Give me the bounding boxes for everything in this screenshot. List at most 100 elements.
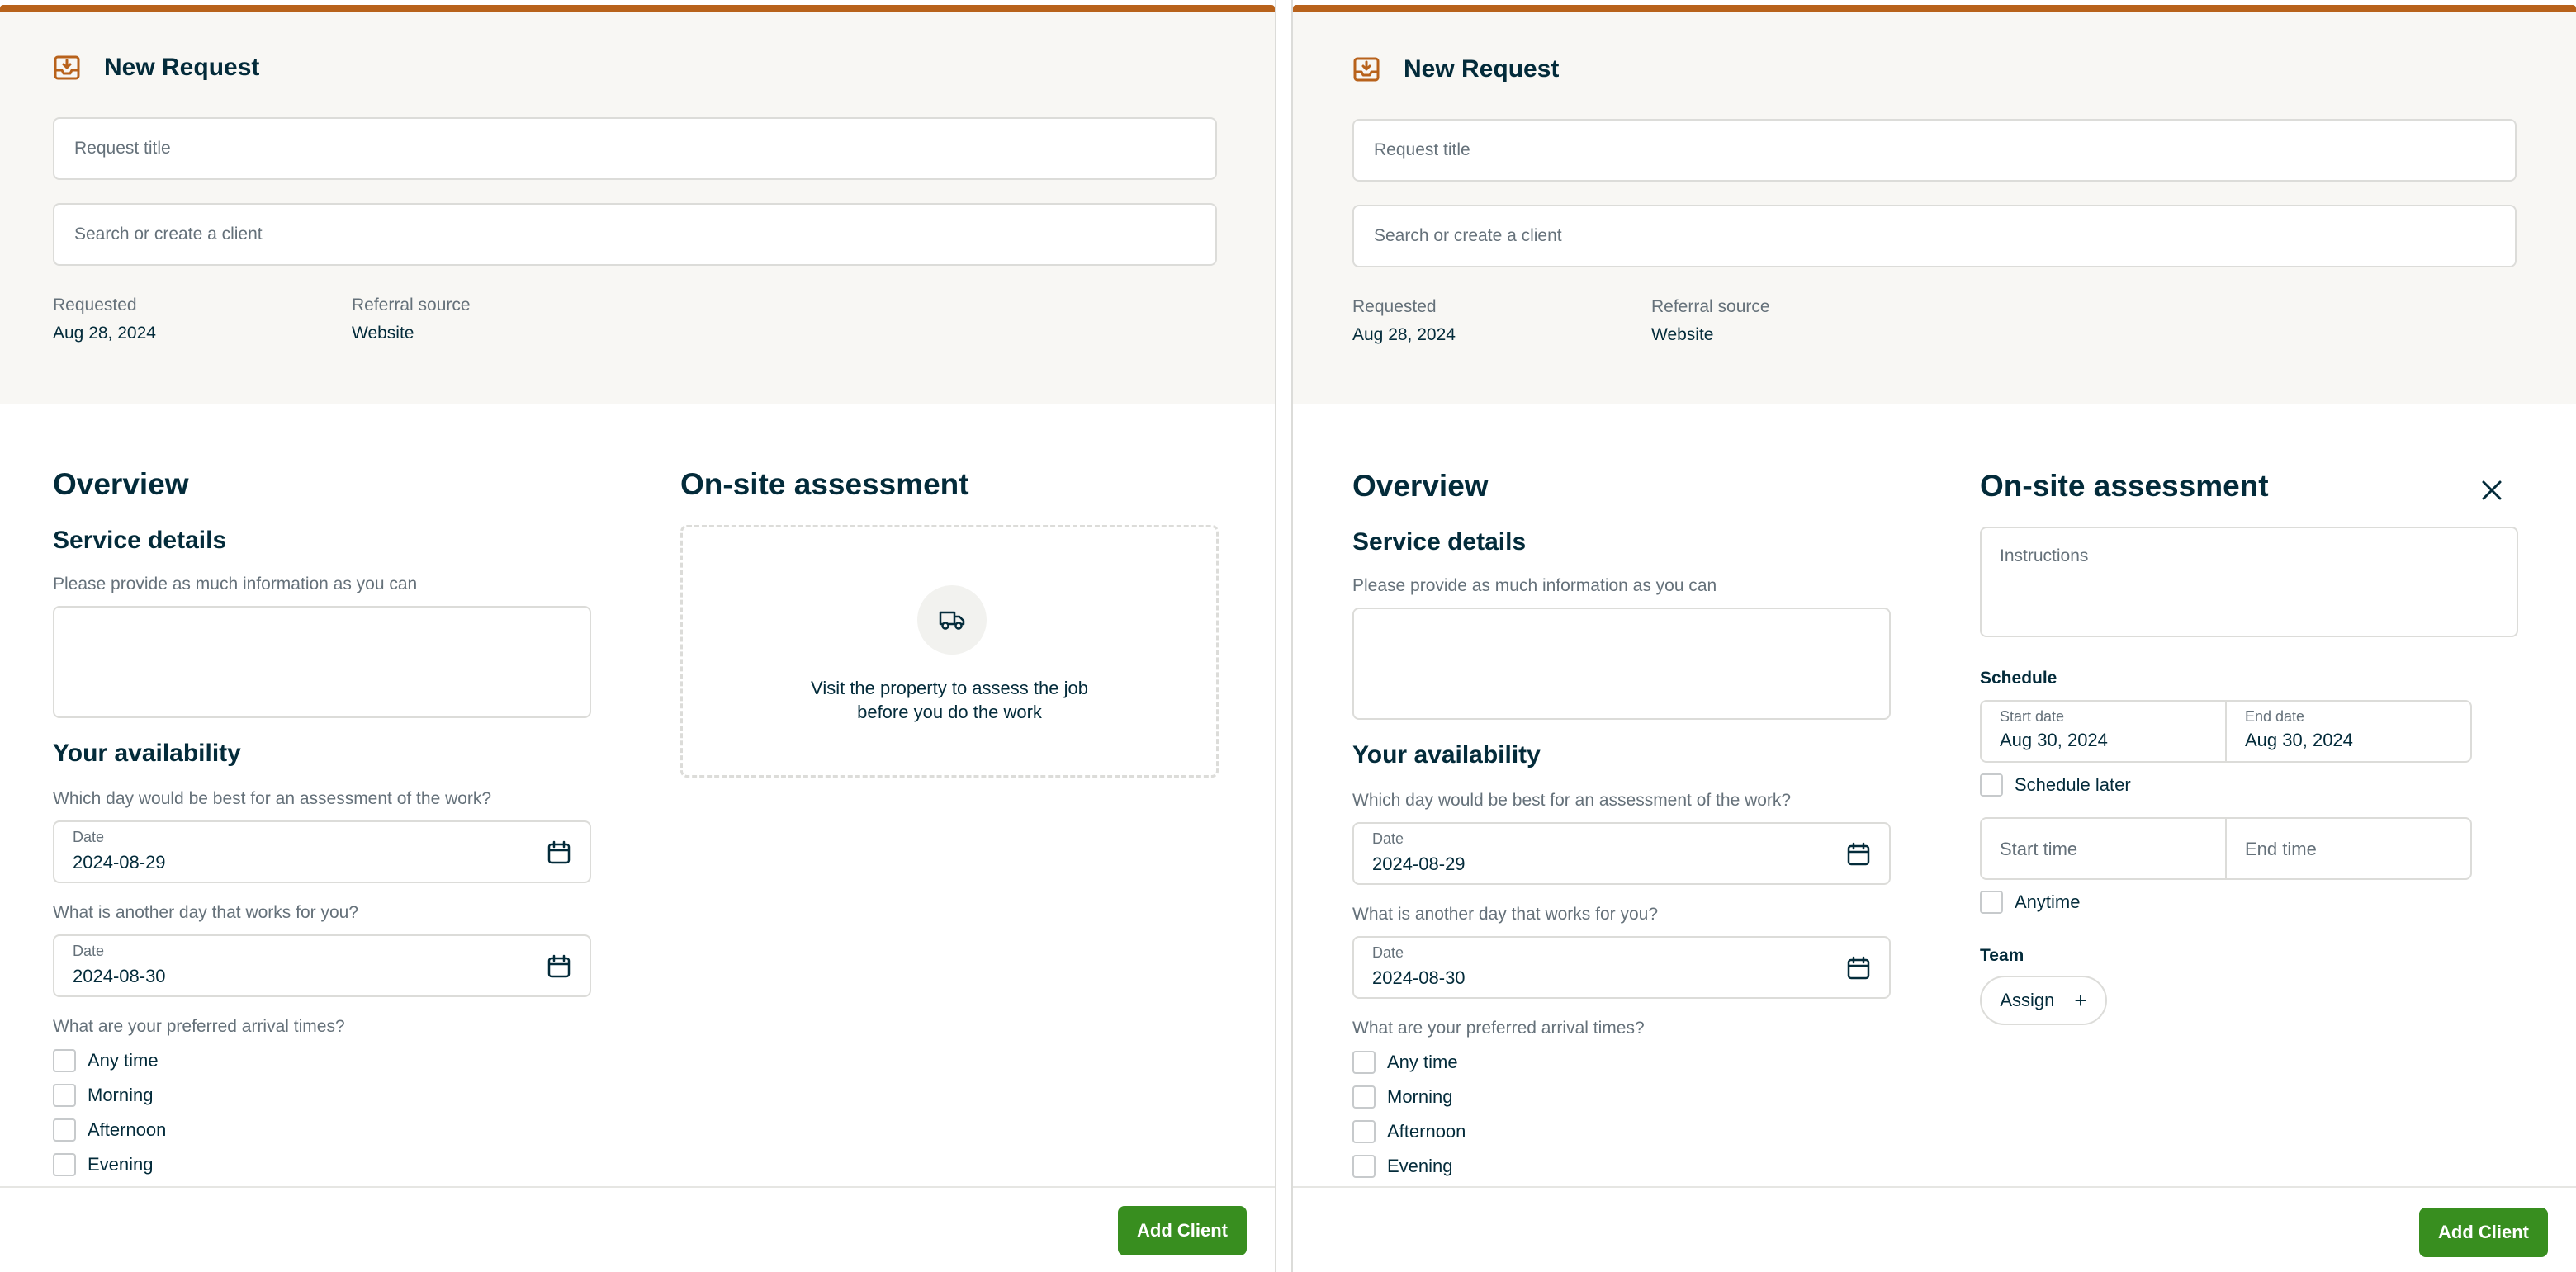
service-details-hint: Please provide as much information as yo… — [53, 575, 418, 593]
requested-meta: Requested Aug 28, 2024 — [1352, 297, 1456, 345]
request-panel-left: New Request Request title Search or crea… — [0, 0, 1276, 1272]
referral-value[interactable]: Website — [352, 324, 471, 343]
end-date-value: Aug 30, 2024 — [2245, 730, 2353, 750]
request-panel-right: New Request Request title Search or crea… — [1291, 0, 2576, 1272]
page-title-row: New Request — [1352, 54, 1559, 84]
checkbox[interactable] — [1352, 1120, 1376, 1143]
arrival-option-label: Morning — [88, 1085, 154, 1105]
instructions-textarea[interactable]: Instructions — [1980, 527, 2518, 637]
plus-icon: + — [2074, 987, 2087, 1013]
first-day-question: Which day would be best for an assessmen… — [53, 789, 492, 808]
instructions-placeholder: Instructions — [2000, 546, 2089, 565]
inbox-download-icon — [54, 55, 80, 80]
checkbox[interactable] — [53, 1084, 76, 1107]
page-title: New Request — [1404, 55, 1560, 83]
requested-value: Aug 28, 2024 — [1352, 325, 1456, 344]
checkbox[interactable] — [53, 1118, 76, 1142]
request-title-input[interactable]: Request title — [1352, 119, 2517, 182]
request-title-input[interactable]: Request title — [53, 117, 1217, 180]
add-client-button[interactable]: Add Client — [2419, 1208, 2548, 1257]
assign-label: Assign — [2000, 990, 2055, 1010]
date-label: Date — [73, 943, 105, 959]
calendar-icon[interactable] — [1846, 842, 1871, 867]
truck-icon — [939, 611, 965, 630]
arrival-option-afternoon[interactable]: Afternoon — [1352, 1119, 1466, 1144]
second-date-picker[interactable]: Date 2024-08-30 — [53, 934, 591, 997]
schedule-later-label: Schedule later — [2015, 774, 2131, 795]
page-title: New Request — [104, 54, 260, 81]
start-time-placeholder: Start time — [2000, 839, 2078, 859]
close-icon[interactable] — [2479, 477, 2505, 504]
checkbox[interactable] — [53, 1153, 76, 1176]
calendar-icon[interactable] — [547, 954, 571, 979]
arrival-option-evening[interactable]: Evening — [1352, 1154, 1453, 1179]
date-label: Date — [1372, 944, 1404, 961]
add-assessment-card[interactable]: Visit the property to assess the job bef… — [680, 525, 1219, 778]
first-date-picker[interactable]: Date 2024-08-29 — [53, 820, 591, 883]
arrival-option-afternoon[interactable]: Afternoon — [53, 1118, 166, 1142]
calendar-icon[interactable] — [547, 840, 571, 865]
assessment-heading: On-site assessment — [1980, 469, 2269, 503]
assign-team-button[interactable]: Assign + — [1980, 976, 2107, 1025]
service-details-heading: Service details — [1352, 528, 1527, 556]
requested-label: Requested — [53, 296, 137, 314]
arrival-option-label: Afternoon — [1387, 1121, 1466, 1142]
end-time-field[interactable]: End time — [2225, 819, 2470, 878]
availability-heading: Your availability — [53, 740, 241, 767]
panel-divider — [1276, 0, 1291, 1272]
end-time-placeholder: End time — [2245, 839, 2317, 859]
start-date-label: Start date — [2000, 708, 2065, 725]
availability-heading: Your availability — [1352, 741, 1541, 768]
arrival-option-label: Any time — [1387, 1052, 1458, 1072]
footer-bar: Add Client — [0, 1186, 1275, 1272]
assessment-description-line1: Visit the property to assess the job — [811, 678, 1088, 698]
arrival-option-any-time[interactable]: Any time — [53, 1048, 159, 1073]
arrival-option-label: Afternoon — [88, 1119, 167, 1140]
assessment-heading: On-site assessment — [680, 467, 969, 501]
checkbox[interactable] — [1352, 1051, 1376, 1074]
checkbox[interactable] — [1980, 891, 2003, 914]
accent-bar — [1293, 5, 2576, 12]
anytime-label: Anytime — [2015, 891, 2081, 912]
arrival-option-any-time[interactable]: Any time — [1352, 1050, 1458, 1075]
footer-bar: Add Client — [1293, 1186, 2576, 1272]
requested-value: Aug 28, 2024 — [53, 324, 156, 343]
arrival-option-evening[interactable]: Evening — [53, 1152, 154, 1177]
service-details-textarea[interactable] — [53, 606, 591, 718]
checkbox[interactable] — [1352, 1155, 1376, 1178]
checkbox[interactable] — [53, 1049, 76, 1072]
service-details-textarea[interactable] — [1352, 608, 1891, 720]
date-label: Date — [73, 829, 105, 845]
start-time-field[interactable]: Start time — [1982, 819, 2225, 878]
checkbox[interactable] — [1352, 1085, 1376, 1109]
second-day-question: What is another day that works for you? — [53, 903, 359, 922]
checkbox[interactable] — [1980, 773, 2003, 797]
arrival-option-label: Evening — [1387, 1156, 1453, 1176]
anytime-option[interactable]: Anytime — [1980, 890, 2080, 915]
client-search-input[interactable]: Search or create a client — [1352, 205, 2517, 267]
start-date-field[interactable]: Start date Aug 30, 2024 — [1982, 702, 2225, 761]
first-date-value: 2024-08-29 — [1372, 854, 1466, 874]
referral-value[interactable]: Website — [1651, 325, 1770, 345]
requested-meta: Requested Aug 28, 2024 — [53, 296, 156, 343]
truck-icon-circle — [917, 585, 987, 655]
add-client-button[interactable]: Add Client — [1118, 1206, 1247, 1255]
requested-label: Requested — [1352, 297, 1437, 316]
assessment-description-line2: before you do the work — [857, 702, 1042, 722]
arrival-option-morning[interactable]: Morning — [1352, 1085, 1452, 1109]
second-date-picker[interactable]: Date 2024-08-30 — [1352, 936, 1891, 999]
date-label: Date — [1372, 830, 1404, 847]
accent-bar — [0, 5, 1275, 12]
arrival-option-morning[interactable]: Morning — [53, 1083, 153, 1108]
assessment-description: Visit the property to assess the job bef… — [683, 676, 1216, 724]
referral-label: Referral source — [352, 296, 471, 314]
second-date-value: 2024-08-30 — [1372, 967, 1466, 988]
schedule-later-option[interactable]: Schedule later — [1980, 773, 2131, 797]
first-date-picker[interactable]: Date 2024-08-29 — [1352, 822, 1891, 885]
client-search-input[interactable]: Search or create a client — [53, 203, 1217, 266]
end-date-field[interactable]: End date Aug 30, 2024 — [2225, 702, 2470, 761]
overview-heading: Overview — [1352, 469, 1489, 503]
calendar-icon[interactable] — [1846, 956, 1871, 981]
arrival-option-label: Any time — [88, 1050, 159, 1071]
start-date-value: Aug 30, 2024 — [2000, 730, 2108, 750]
